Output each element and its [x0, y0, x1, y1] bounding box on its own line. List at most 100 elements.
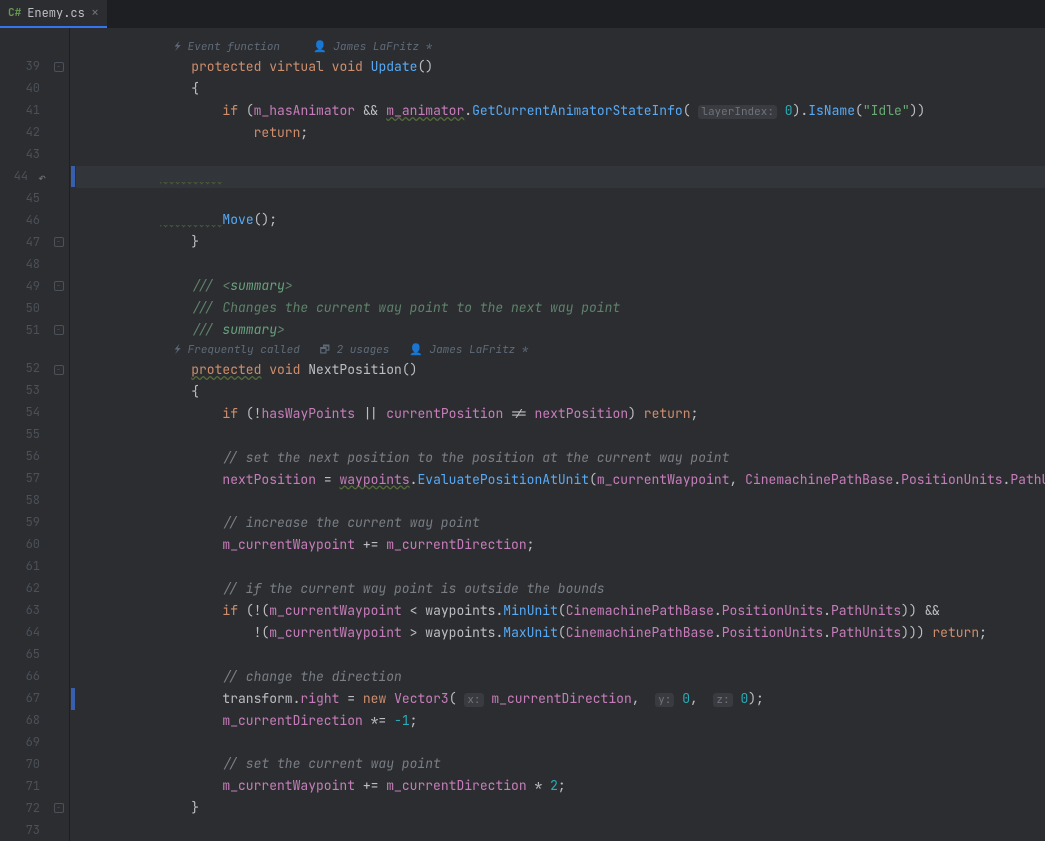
line-number: 42: [0, 121, 48, 143]
fold-cell: [48, 556, 69, 578]
code-line[interactable]: Move();: [76, 209, 1045, 231]
fold-cell: [48, 187, 69, 209]
line-number: 57: [0, 467, 48, 489]
line-number: 60: [0, 533, 48, 555]
code-line[interactable]: [76, 188, 1045, 210]
fold-cell: −: [48, 797, 69, 819]
code-line[interactable]: m_currentWaypoint += m_currentDirection …: [76, 775, 1045, 797]
fold-cell: −: [48, 319, 69, 341]
line-number: 64: [0, 621, 48, 643]
code-line[interactable]: /// summary>: [76, 319, 1045, 341]
code-line[interactable]: transform.right = new Vector3( x: m_curr…: [76, 688, 1045, 710]
line-number: 67: [0, 687, 48, 709]
fold-cell: [48, 100, 69, 122]
fold-column: − − − − − −: [48, 28, 70, 841]
fold-cell: [48, 166, 69, 188]
code-annotation: ⚡ Event function 👤 James LaFritz *: [76, 38, 1045, 56]
code-line[interactable]: protected void NextPosition(): [76, 359, 1045, 381]
code-line[interactable]: }: [76, 797, 1045, 819]
code-line[interactable]: !(m_currentWaypoint > waypoints.MaxUnit(…: [76, 622, 1045, 644]
line-number: 71: [0, 775, 48, 797]
code-line[interactable]: // set the next position to the position…: [76, 447, 1045, 469]
code-line[interactable]: // set the current way point: [76, 753, 1045, 775]
line-number: 70: [0, 753, 48, 775]
close-icon[interactable]: ×: [91, 4, 99, 22]
fold-toggle-icon[interactable]: −: [54, 237, 64, 247]
fold-cell: [48, 403, 69, 425]
fold-cell: [48, 297, 69, 319]
code-line[interactable]: if (!hasWayPoints || currentPosition != …: [76, 403, 1045, 425]
fold-toggle-icon[interactable]: −: [54, 325, 64, 335]
tab-bar: C# Enemy.cs ×: [0, 0, 1045, 28]
line-number: 44↶: [0, 165, 48, 187]
line-number: 59: [0, 511, 48, 533]
code-line[interactable]: [76, 644, 1045, 666]
fold-cell: [48, 38, 69, 56]
fold-cell: [48, 688, 69, 710]
code-line[interactable]: m_currentWaypoint += m_currentDirection;: [76, 534, 1045, 556]
line-number: 63: [0, 599, 48, 621]
code-line[interactable]: // change the direction: [76, 666, 1045, 688]
code-line[interactable]: /// <summary>: [76, 275, 1045, 297]
code-line[interactable]: [76, 556, 1045, 578]
fold-cell: [48, 666, 69, 688]
line-number: 53: [0, 379, 48, 401]
line-number: 72: [0, 797, 48, 819]
tab-enemy-cs[interactable]: C# Enemy.cs ×: [0, 0, 107, 28]
vcs-change-marker[interactable]: [71, 688, 75, 710]
code-line[interactable]: [76, 819, 1045, 841]
fold-toggle-icon[interactable]: −: [54, 62, 64, 72]
code-line[interactable]: {: [76, 381, 1045, 403]
fold-toggle-icon[interactable]: −: [54, 803, 64, 813]
line-number: 61: [0, 555, 48, 577]
fold-cell: [48, 710, 69, 732]
code-line[interactable]: if (!(m_currentWaypoint < waypoints.MinU…: [76, 600, 1045, 622]
code-line[interactable]: [76, 732, 1045, 754]
line-number: 39: [0, 55, 48, 77]
undo-icon[interactable]: ↶: [38, 167, 46, 189]
fold-cell: −: [48, 56, 69, 78]
fold-toggle-icon[interactable]: −: [54, 281, 64, 291]
line-number: 43: [0, 143, 48, 165]
code-line[interactable]: [76, 491, 1045, 513]
line-number: 69: [0, 731, 48, 753]
line-number: 55: [0, 423, 48, 445]
line-number: 68: [0, 709, 48, 731]
code-line[interactable]: [76, 253, 1045, 275]
line-number: [0, 38, 48, 55]
fold-cell: [48, 600, 69, 622]
line-number: 54: [0, 401, 48, 423]
fold-toggle-icon[interactable]: −: [54, 365, 64, 375]
code-line[interactable]: }: [76, 231, 1045, 253]
csharp-file-icon: C#: [8, 6, 21, 20]
vcs-change-marker[interactable]: [71, 166, 75, 188]
fold-cell: [48, 490, 69, 512]
fold-cell: [48, 622, 69, 644]
code-line[interactable]: [76, 144, 1045, 166]
code-line[interactable]: return;: [76, 122, 1045, 144]
tab-filename: Enemy.cs: [27, 5, 85, 21]
code-line[interactable]: // increase the current way point: [76, 512, 1045, 534]
line-number: 46: [0, 209, 48, 231]
fold-cell: −: [48, 359, 69, 381]
line-number: 41: [0, 99, 48, 121]
code-line[interactable]: if (m_hasAnimator && m_animator.GetCurre…: [76, 100, 1045, 122]
code-line[interactable]: {: [76, 78, 1045, 100]
line-number: 52: [0, 357, 48, 379]
fold-cell: [48, 341, 69, 359]
line-number: 73: [0, 819, 48, 841]
code-line[interactable]: nextPosition = waypoints.EvaluatePositio…: [76, 469, 1045, 491]
code-line[interactable]: [76, 166, 1045, 188]
line-number: 50: [0, 297, 48, 319]
line-number: 62: [0, 577, 48, 599]
line-number: 47: [0, 231, 48, 253]
code-line[interactable]: /// Changes the current way point to the…: [76, 297, 1045, 319]
code-line[interactable]: protected virtual void Update(): [76, 56, 1045, 78]
code-line[interactable]: m_currentDirection *= -1;: [76, 710, 1045, 732]
code-line[interactable]: [76, 425, 1045, 447]
fold-cell: [48, 512, 69, 534]
fold-cell: [48, 425, 69, 447]
code-area[interactable]: ⚡ Event function 👤 James LaFritz * prote…: [76, 28, 1045, 841]
code-line[interactable]: // if the current way point is outside t…: [76, 578, 1045, 600]
fold-cell: [48, 78, 69, 100]
